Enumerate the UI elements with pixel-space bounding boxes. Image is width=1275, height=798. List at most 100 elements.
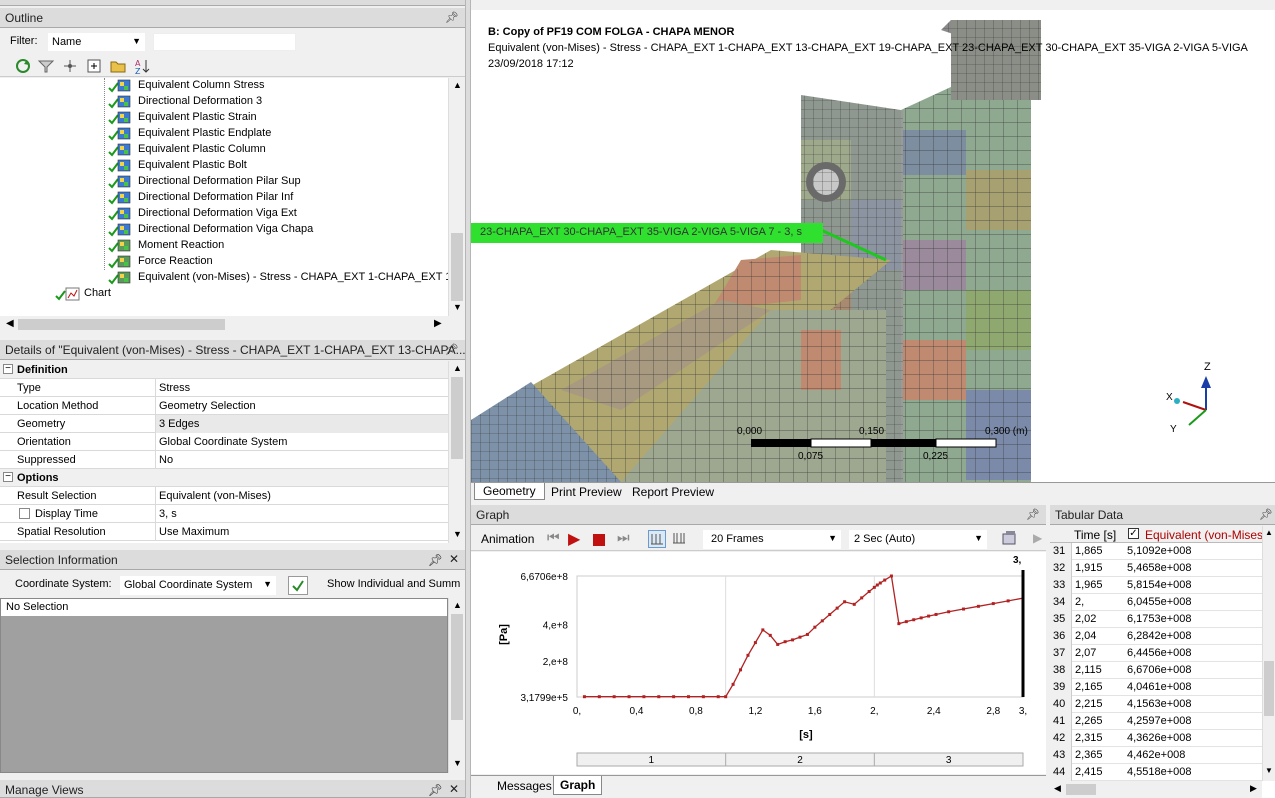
pin-icon[interactable]: 📌︎	[445, 11, 459, 24]
refresh-icon[interactable]	[14, 57, 32, 75]
table-row[interactable]: 31 1,865 5,1092e+008	[1050, 543, 1262, 560]
table-row[interactable]: 36 2,04 6,2842e+008	[1050, 628, 1262, 645]
data-point	[805, 632, 809, 636]
speed-select[interactable]: 2 Sec (Auto) ▼	[849, 530, 987, 549]
data-point	[912, 618, 916, 622]
tree-collapse-icon[interactable]	[61, 57, 79, 75]
pin-icon[interactable]: 📌︎	[428, 783, 443, 797]
check-icon[interactable]	[288, 576, 308, 595]
details-value[interactable]: 3, s	[155, 505, 448, 523]
details-value[interactable]: No	[155, 451, 448, 469]
table-row[interactable]: 38 2,115 6,6706e+008	[1050, 662, 1262, 679]
close-icon[interactable]: ✕	[449, 552, 459, 566]
frames-select[interactable]: 20 Frames ▼	[703, 530, 841, 549]
details-value[interactable]: Use Maximum	[155, 523, 448, 541]
table-row[interactable]: 35 2,02 6,1753e+008	[1050, 611, 1262, 628]
collapse-icon[interactable]: −	[3, 472, 13, 482]
details-row[interactable]: Suppressed No	[0, 451, 448, 469]
details-value[interactable]: Geometry Selection	[155, 397, 448, 415]
probe-callout[interactable]: 23-CHAPA_EXT 30-CHAPA_EXT 35-VIGA 2-VIGA…	[471, 223, 823, 243]
selection-panel-header: Selection Information 📌︎ ✕	[0, 550, 465, 570]
outline-horizontal-scrollbar[interactable]: ◀ ▶	[0, 316, 465, 333]
stop-icon[interactable]	[593, 534, 605, 546]
pin-icon[interactable]: 📌︎	[1259, 508, 1273, 521]
details-title: Details of "Equivalent (von-Mises) - Str…	[5, 343, 466, 357]
details-group-header[interactable]: − Definition	[0, 361, 448, 379]
table-row[interactable]: 32 1,915 5,4658e+008	[1050, 560, 1262, 577]
time-cell: 2,02	[1075, 613, 1097, 625]
folder-icon[interactable]	[109, 57, 127, 75]
pin-icon[interactable]: 📌︎	[1026, 508, 1040, 521]
show-individual-toggle[interactable]: Show Individual and Summ	[327, 578, 460, 590]
details-row[interactable]: Display Time 3, s	[0, 505, 448, 523]
details-row[interactable]: Orientation Global Coordinate System	[0, 433, 448, 451]
details-value[interactable]: 3 Edges	[155, 415, 448, 433]
collapse-icon[interactable]: −	[3, 364, 13, 374]
details-value[interactable]: Global Coordinate System	[155, 433, 448, 451]
tabular-panel-header: Tabular Data 📌︎	[1050, 505, 1275, 525]
selection-vertical-scrollbar[interactable]: ▲ ▼	[448, 598, 465, 773]
expand-all-icon[interactable]	[85, 57, 103, 75]
table-row[interactable]: 43 2,365 4,462e+008	[1050, 747, 1262, 764]
distributed-frames-icon[interactable]	[648, 530, 666, 548]
table-row[interactable]: 33 1,965 5,8154e+008	[1050, 577, 1262, 594]
details-row[interactable]: Geometry 3 Edges	[0, 415, 448, 433]
sort-icon[interactable]: AZ	[133, 57, 151, 76]
filter-search-input[interactable]	[153, 33, 296, 51]
details-row[interactable]: Type Stress	[0, 379, 448, 397]
details-vertical-scrollbar[interactable]: ▲ ▼	[448, 361, 465, 543]
graph-area[interactable]: 0, 0,4 0,8 1,2 1,6 2, 2,4 2,8 3, 6,6706e+8 4,e+8 2,…	[471, 552, 1046, 774]
table-row[interactable]: 44 2,415 4,5518e+008	[1050, 764, 1262, 781]
filter-type-select[interactable]: Name ▼	[48, 33, 145, 51]
play-icon[interactable]: ▶	[568, 529, 580, 549]
outline-vertical-scrollbar[interactable]: ▲ ▼	[448, 78, 465, 316]
coord-system-select[interactable]: Global Coordinate System ▼	[120, 576, 276, 595]
details-row[interactable]: Spatial Resolution Use Maximum	[0, 523, 448, 541]
data-point	[597, 695, 601, 699]
export-video-icon[interactable]	[1001, 530, 1019, 548]
details-row[interactable]: Location Method Geometry Selection	[0, 397, 448, 415]
stress-column-header[interactable]: Equivalent (von-Mises	[1145, 528, 1263, 542]
table-row[interactable]: 39 2,165 4,0461e+008	[1050, 679, 1262, 696]
geometry-viewport[interactable]: B: Copy of PF19 COM FOLGA - CHAPA MENOR …	[471, 10, 1275, 482]
data-point	[843, 600, 847, 604]
data-point	[731, 682, 735, 686]
result-frames-icon[interactable]	[671, 530, 689, 548]
data-point	[1006, 599, 1010, 603]
selection-title: Selection Information	[5, 553, 118, 567]
data-point	[768, 633, 772, 637]
tab-geometry[interactable]: Geometry	[474, 483, 545, 500]
pin-icon[interactable]: 📌︎	[428, 553, 443, 567]
table-row[interactable]: 34 2, 6,0455e+008	[1050, 594, 1262, 611]
tab-messages[interactable]: Messages	[493, 778, 556, 794]
tabular-horizontal-scrollbar[interactable]: ◀ ▶	[1050, 781, 1262, 798]
stress-time-chart: 0, 0,4 0,8 1,2 1,6 2, 2,4 2,8 3, 6,6706e+8 4,e+8 2,…	[498, 570, 1027, 767]
time-column-header[interactable]: Time [s]	[1074, 528, 1116, 542]
tabular-vertical-scrollbar[interactable]: ▲ ▼	[1262, 526, 1275, 781]
tab-print-preview[interactable]: Print Preview	[547, 484, 626, 500]
close-icon[interactable]: ✕	[449, 782, 459, 796]
next-frame-icon[interactable]: ⏭︎	[617, 529, 630, 546]
table-row[interactable]: 42 2,315 4,3626e+008	[1050, 730, 1262, 747]
details-row[interactable]: Result Selection Equivalent (von-Mises)	[0, 487, 448, 505]
filter-icon[interactable]	[37, 57, 55, 75]
filter-type-value: Name	[52, 36, 82, 48]
table-row[interactable]: 37 2,07 6,4456e+008	[1050, 645, 1262, 662]
row-index: 31	[1050, 543, 1072, 560]
details-group-header[interactable]: − Options	[0, 469, 448, 487]
data-point	[962, 607, 966, 611]
display-time-checkbox[interactable]	[19, 508, 30, 519]
series-visible-checkbox[interactable]: ✓	[1128, 528, 1139, 539]
previous-frame-icon[interactable]: ⏮︎	[547, 529, 560, 546]
data-point	[612, 695, 616, 699]
tab-report-preview[interactable]: Report Preview	[628, 484, 718, 500]
tab-graph[interactable]: Graph	[553, 776, 603, 795]
details-value[interactable]: Equivalent (von-Mises)	[155, 487, 448, 505]
table-row[interactable]: 40 2,215 4,1563e+008	[1050, 696, 1262, 713]
pin-icon[interactable]: 📌︎	[445, 343, 459, 356]
table-row[interactable]: 41 2,265 4,2597e+008	[1050, 713, 1262, 730]
data-point	[820, 619, 824, 623]
details-value[interactable]: Stress	[155, 379, 448, 397]
forward-icon[interactable]: ▶	[1033, 531, 1042, 545]
tree-item-label: Directional Deformation Viga Ext	[138, 207, 297, 219]
